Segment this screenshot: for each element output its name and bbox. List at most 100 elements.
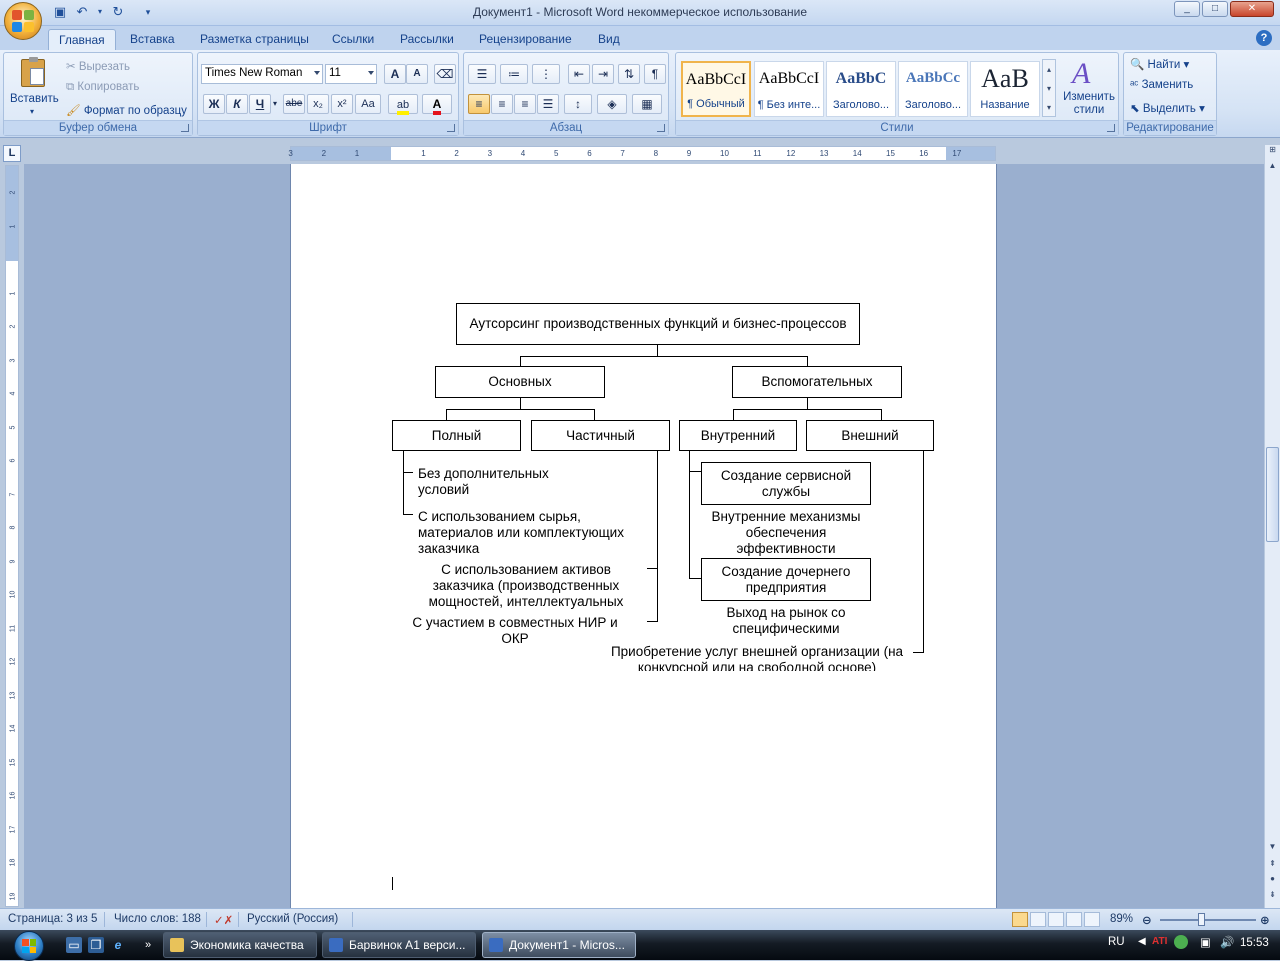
increase-indent-icon[interactable]: ⇥ xyxy=(592,64,614,84)
document-page[interactable]: Аутсорсинг производственных функций и би… xyxy=(291,164,996,908)
zoom-level[interactable]: 89% xyxy=(1110,913,1133,925)
language[interactable]: Русский (Россия) xyxy=(247,913,338,925)
underline-button[interactable]: Ч xyxy=(249,94,271,114)
italic-button[interactable]: К xyxy=(226,94,248,114)
shrink-font-button[interactable]: A xyxy=(406,64,428,84)
close-button[interactable]: ✕ xyxy=(1230,1,1274,17)
zoom-slider-thumb[interactable] xyxy=(1198,913,1205,926)
underline-dropdown-icon[interactable]: ▾ xyxy=(271,94,279,114)
scroll-up-icon[interactable]: ▲ xyxy=(1265,161,1280,175)
print-layout-icon[interactable] xyxy=(1012,912,1028,927)
dialog-launcher-icon[interactable] xyxy=(181,124,189,132)
cut-button[interactable]: ✂ Вырезать xyxy=(66,59,130,73)
start-button[interactable] xyxy=(10,931,52,961)
style-normal[interactable]: AaBbCcI ¶ Обычный xyxy=(681,61,751,117)
tab-references[interactable]: Ссылки xyxy=(322,29,384,50)
tab-view[interactable]: Вид xyxy=(588,29,630,50)
style-heading-1[interactable]: AaBbC Заголово... xyxy=(826,61,896,117)
font-size-combo[interactable]: 11 xyxy=(325,64,377,84)
align-left-icon[interactable]: ≡ xyxy=(468,94,490,114)
justify-icon[interactable]: ☰ xyxy=(537,94,559,114)
office-button[interactable] xyxy=(4,2,42,40)
find-button[interactable]: 🔍 Найти ▾ xyxy=(1130,57,1189,71)
help-icon[interactable]: ? xyxy=(1256,30,1272,46)
align-center-icon[interactable]: ≡ xyxy=(491,94,513,114)
horizontal-ruler[interactable]: 3 2 1 1 2 3 4 5 6 7 8 9 10 11 12 13 14 15 16 17 xyxy=(288,146,996,161)
draft-icon[interactable] xyxy=(1084,912,1100,927)
clear-format-icon[interactable]: ⌫ xyxy=(434,64,456,84)
next-page-icon[interactable]: ⇟ xyxy=(1265,890,1280,904)
tab-page-layout[interactable]: Разметка страницы xyxy=(190,29,319,50)
more-quicklaunch-icon[interactable]: » xyxy=(140,937,156,953)
font-name-combo[interactable]: Times New Roman xyxy=(201,64,323,84)
network-status-icon[interactable] xyxy=(1174,935,1188,949)
full-screen-reading-icon[interactable] xyxy=(1030,912,1046,927)
show-desktop-icon[interactable]: ▭ xyxy=(66,937,82,953)
taskbar-item-folder[interactable]: Экономика качества xyxy=(163,932,317,958)
zoom-out-icon[interactable]: ⊖ xyxy=(1142,913,1152,927)
scroll-down-icon[interactable]: ▼ xyxy=(1265,842,1280,856)
style-title[interactable]: AaB Название xyxy=(970,61,1040,117)
vertical-scrollbar[interactable]: ⊞ ▲ ▼ ⇞ ● ⇟ xyxy=(1264,145,1280,908)
previous-page-icon[interactable]: ⇞ xyxy=(1265,859,1280,873)
internet-explorer-icon[interactable]: e xyxy=(110,937,126,953)
style-no-spacing[interactable]: AaBbCcI ¶ Без инте... xyxy=(754,61,824,117)
replace-button[interactable]: ᵃᶜ Заменить xyxy=(1130,79,1193,91)
dialog-launcher-icon[interactable] xyxy=(447,124,455,132)
dialog-launcher-icon[interactable] xyxy=(1107,124,1115,132)
grow-font-button[interactable]: A xyxy=(384,64,406,84)
bullets-icon[interactable]: ☰ xyxy=(468,64,496,84)
styles-scroll[interactable]: ▴ ▾ ▾ xyxy=(1042,59,1056,117)
clock[interactable]: 15:53 xyxy=(1240,937,1269,949)
align-right-icon[interactable]: ≡ xyxy=(514,94,536,114)
spelling-check-icon[interactable]: ✓✗ xyxy=(214,913,233,927)
change-styles-button[interactable]: A Изменить стили xyxy=(1060,57,1116,119)
paste-button[interactable]: Вставить ▾ xyxy=(8,55,60,117)
word-count[interactable]: Число слов: 188 xyxy=(114,913,201,925)
change-case-button[interactable]: Aa xyxy=(355,94,381,114)
show-marks-button[interactable]: ¶ xyxy=(644,64,666,84)
volume-icon[interactable]: 🔊 xyxy=(1220,935,1234,949)
select-button[interactable]: ⬉ Выделить ▾ xyxy=(1130,101,1205,115)
minimize-button[interactable]: _ xyxy=(1174,1,1200,17)
sort-icon[interactable]: ⇅ xyxy=(618,64,640,84)
ati-tray-icon[interactable]: ATI xyxy=(1152,936,1167,947)
copy-button[interactable]: ⧉ Копировать xyxy=(66,81,139,94)
network-icon[interactable]: ▣ xyxy=(1200,935,1211,949)
view-ruler-icon[interactable]: ⊞ xyxy=(1265,145,1280,159)
line-spacing-icon[interactable]: ↕ xyxy=(564,94,592,114)
zoom-slider[interactable] xyxy=(1160,919,1256,921)
taskbar-item-active-doc[interactable]: Документ1 - Micros... xyxy=(482,932,636,958)
numbering-icon[interactable]: ≔ xyxy=(500,64,528,84)
font-color-button[interactable]: A xyxy=(422,94,452,115)
strikethrough-button[interactable]: abe xyxy=(283,94,305,114)
highlight-button[interactable]: ab xyxy=(388,94,418,115)
scroll-thumb[interactable] xyxy=(1266,447,1279,542)
taskbar-item-word-doc[interactable]: Барвинок А1 верси... xyxy=(322,932,476,958)
decrease-indent-icon[interactable]: ⇤ xyxy=(568,64,590,84)
superscript-button[interactable]: x² xyxy=(331,94,353,114)
tray-expand-icon[interactable]: ◀ xyxy=(1138,936,1146,947)
outline-icon[interactable] xyxy=(1066,912,1082,927)
style-heading-2[interactable]: AaBbCc Заголово... xyxy=(898,61,968,117)
switch-windows-icon[interactable]: ❐ xyxy=(88,937,104,953)
vertical-ruler[interactable]: 211234567891011121314151617181920 xyxy=(5,165,19,933)
zoom-in-icon[interactable]: ⊕ xyxy=(1260,913,1270,927)
browse-object-icon[interactable]: ● xyxy=(1265,874,1280,888)
format-painter-button[interactable]: 🖌 Формат по образцу xyxy=(66,103,187,117)
multilevel-list-icon[interactable]: ⋮ xyxy=(532,64,560,84)
tab-review[interactable]: Рецензирование xyxy=(469,29,582,50)
borders-icon[interactable]: ▦ xyxy=(632,94,662,114)
page-count[interactable]: Страница: 3 из 5 xyxy=(8,913,97,925)
shading-icon[interactable]: ◈ xyxy=(597,94,627,114)
tab-selector-button[interactable]: L xyxy=(3,145,21,162)
tab-insert[interactable]: Вставка xyxy=(120,29,185,50)
dialog-launcher-icon[interactable] xyxy=(657,124,665,132)
web-layout-icon[interactable] xyxy=(1048,912,1064,927)
input-language[interactable]: RU xyxy=(1108,936,1125,948)
tab-mailings[interactable]: Рассылки xyxy=(390,29,464,50)
tab-home[interactable]: Главная xyxy=(48,29,116,50)
bold-button[interactable]: Ж xyxy=(203,94,225,114)
subscript-button[interactable]: x₂ xyxy=(307,94,329,114)
maximize-button[interactable]: □ xyxy=(1202,1,1228,17)
